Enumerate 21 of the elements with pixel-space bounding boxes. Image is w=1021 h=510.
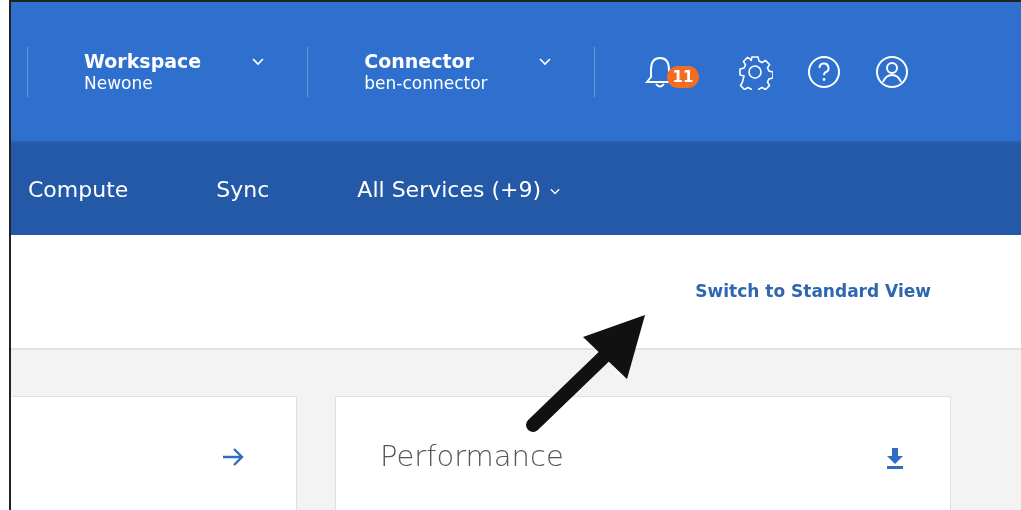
nav-link[interactable]: Compute (28, 176, 129, 202)
help-icon[interactable] (806, 54, 841, 89)
selector-dropdown[interactable]: Connector ben-connector (308, 50, 594, 93)
arrow-right-icon[interactable] (222, 447, 244, 467)
selector-label: Connector (364, 50, 475, 72)
notification-count: 11 (666, 65, 700, 88)
selector-value: Newone (84, 73, 154, 93)
download-icon[interactable] (886, 447, 904, 469)
selector-value: ben-connector (364, 73, 488, 93)
switch-view-link[interactable]: Switch to Standard View (695, 280, 931, 301)
user-icon[interactable] (874, 54, 909, 89)
chevron-down-icon[interactable] (549, 186, 561, 196)
notification-button[interactable]: 11 (644, 51, 703, 92)
chevron-down-icon[interactable] (537, 55, 552, 67)
selector-dropdown[interactable]: Workspace Newone (28, 50, 308, 93)
chevron-down-icon[interactable] (251, 55, 266, 67)
nav-dropdown[interactable]: All Services (+9) (357, 176, 561, 202)
selector-label: Workspace (84, 50, 202, 72)
settings-icon[interactable] (736, 53, 773, 90)
card-title: Performance (380, 439, 564, 473)
nav-link[interactable]: Sync (216, 176, 270, 202)
